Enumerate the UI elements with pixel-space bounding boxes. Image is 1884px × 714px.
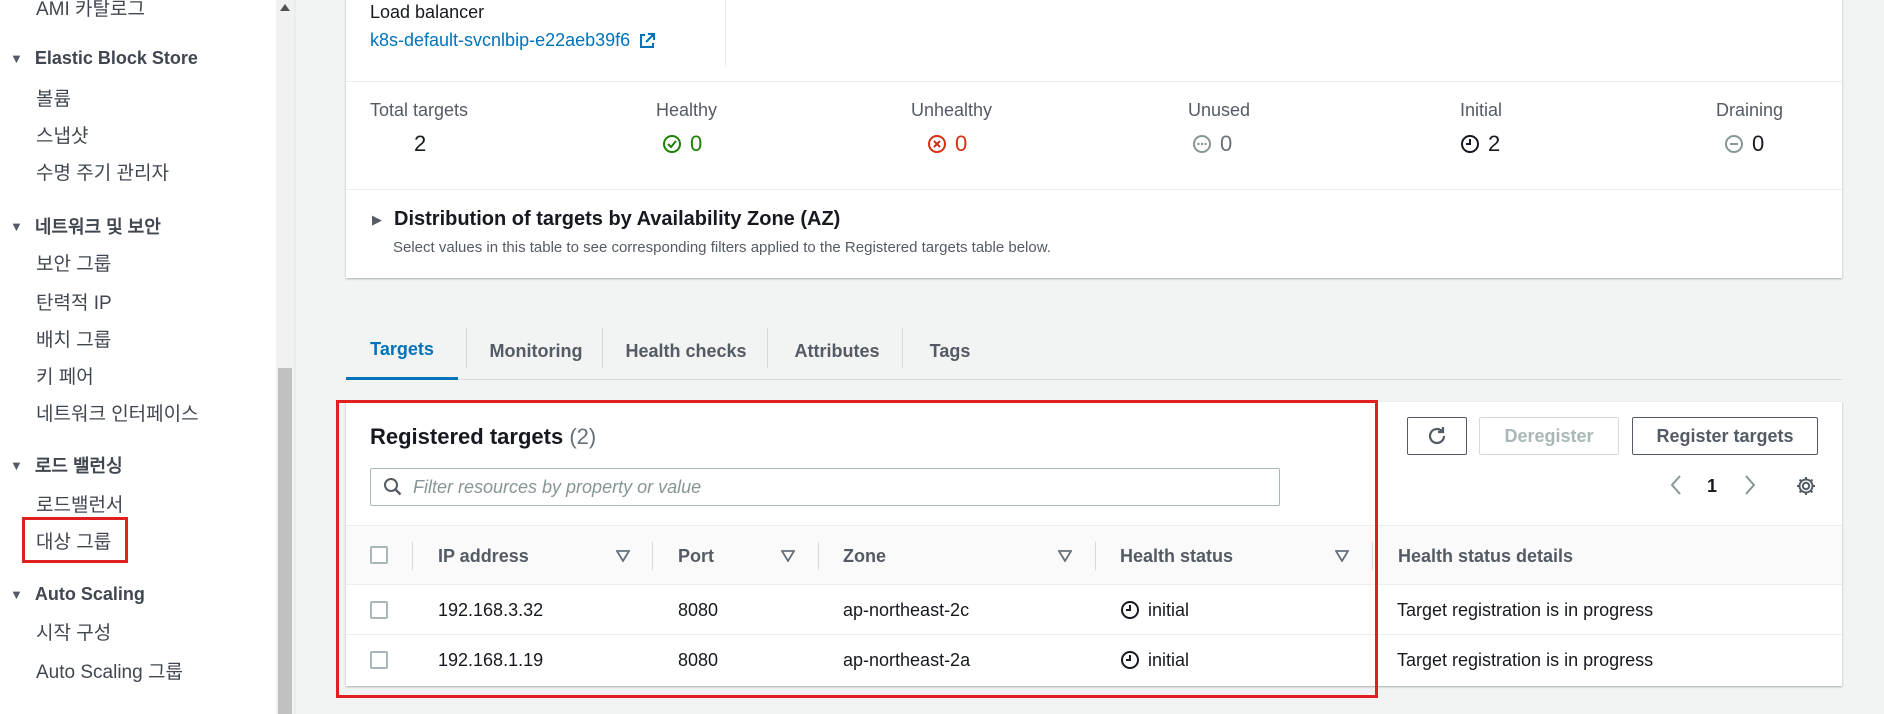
sidebar-section-title: 네트워크 및 보안 xyxy=(34,217,161,237)
sidebar-section-load-balancing[interactable]: ▼ 로드 밸런싱 xyxy=(10,452,123,478)
summary-divider-top xyxy=(346,81,1842,82)
stat-value[interactable]: 2 xyxy=(1460,131,1502,157)
chevron-left-icon xyxy=(1670,475,1681,495)
sidebar-item-network-interfaces[interactable]: 네트워크 인터페이스 xyxy=(36,399,199,426)
stat-value-text[interactable]: 0 xyxy=(1220,131,1232,157)
az-distribution-toggle[interactable]: ▶ Distribution of targets by Availabilit… xyxy=(372,208,840,231)
stat-healthy[interactable]: Healthy 0 xyxy=(656,100,717,157)
stat-draining[interactable]: Draining 0 xyxy=(1716,100,1783,157)
sidebar: AMI 카탈로그 ▼ Elastic Block Store 볼륨 스냅샷 수명… xyxy=(0,0,276,714)
sidebar-section-title: 로드 밸런싱 xyxy=(34,456,123,476)
stat-label: Total targets xyxy=(370,100,469,120)
caret-down-icon: ▼ xyxy=(10,587,23,602)
load-balancer-link[interactable]: k8s-default-svcnlbip-e22aeb39f6 xyxy=(370,30,656,51)
caret-down-icon: ▼ xyxy=(10,218,23,234)
sidebar-scrollbar-thumb[interactable] xyxy=(278,368,292,714)
stat-label: Initial xyxy=(1460,100,1503,120)
refresh-button[interactable] xyxy=(1407,417,1467,455)
cell-health-status-details: Target registration is in progress xyxy=(1397,599,1654,620)
tab-monitoring[interactable]: Monitoring xyxy=(468,322,604,380)
stat-value-text[interactable]: 0 xyxy=(955,131,967,157)
refresh-icon xyxy=(1428,427,1446,445)
sidebar-section-auto-scaling[interactable]: ▼ Auto Scaling xyxy=(10,584,145,605)
sidebar-item-lifecycle-manager[interactable]: 수명 주기 관리자 xyxy=(36,158,169,185)
table-preferences-button[interactable] xyxy=(1795,475,1817,502)
stat-value-text[interactable]: 2 xyxy=(1488,131,1500,157)
sidebar-section-network-security[interactable]: ▼ 네트워크 및 보안 xyxy=(10,213,161,239)
sidebar-item-load-balancers[interactable]: 로드밸런서 xyxy=(36,490,123,517)
az-distribution-title[interactable]: Distribution of targets by Availability … xyxy=(394,208,840,231)
pagination-page-number[interactable]: 1 xyxy=(1707,476,1717,497)
pagination-prev[interactable] xyxy=(1668,474,1684,501)
stat-value-text[interactable]: 0 xyxy=(1752,131,1764,157)
x-circle-icon xyxy=(928,135,946,153)
sidebar-item-security-groups[interactable]: 보안 그룹 xyxy=(36,249,111,276)
stat-label: Draining xyxy=(1716,100,1784,120)
chevron-right-icon xyxy=(1745,475,1756,495)
tab-separator xyxy=(466,328,467,368)
tab-attributes[interactable]: Attributes xyxy=(769,322,905,380)
stat-value[interactable]: 0 xyxy=(1188,131,1250,157)
stat-label: Healthy xyxy=(656,100,718,120)
stat-value[interactable]: 0 xyxy=(656,131,717,157)
minus-circle-icon xyxy=(1725,135,1743,153)
sidebar-section-ebs[interactable]: ▼ Elastic Block Store xyxy=(10,48,198,69)
external-link-icon xyxy=(640,32,656,48)
check-circle-icon xyxy=(663,135,681,153)
sidebar-item-placement-groups[interactable]: 배치 그룹 xyxy=(36,325,111,352)
sidebar-item-key-pairs[interactable]: 키 페어 xyxy=(36,362,94,389)
summary-vertical-divider xyxy=(725,0,726,66)
az-distribution-subtitle: Select values in this table to see corre… xyxy=(393,239,1051,256)
dots-circle-icon xyxy=(1193,135,1211,153)
highlight-box-sidebar xyxy=(22,517,128,563)
scroll-up-arrow-icon[interactable] xyxy=(280,4,290,11)
sidebar-item-snapshots[interactable]: 스냅샷 xyxy=(36,121,88,148)
sidebar-section-title: Auto Scaling xyxy=(34,584,145,604)
stat-value[interactable]: 0 xyxy=(1716,131,1783,157)
stat-label: Unused xyxy=(1188,100,1251,120)
caret-down-icon: ▼ xyxy=(10,457,23,473)
stat-initial[interactable]: Initial 2 xyxy=(1460,100,1502,157)
tab-targets[interactable]: Targets xyxy=(346,322,458,380)
tab-separator xyxy=(902,328,903,368)
clock-icon xyxy=(1461,135,1479,153)
sidebar-section-title: Elastic Block Store xyxy=(34,48,198,68)
tab-separator xyxy=(767,328,768,368)
summary-divider-bottom xyxy=(346,189,1842,190)
tab-health-checks[interactable]: Health checks xyxy=(604,322,768,380)
sidebar-item-launch-configurations[interactable]: 시작 구성 xyxy=(36,618,111,645)
stat-value[interactable]: 0 xyxy=(911,131,992,157)
gear-icon xyxy=(1797,477,1815,495)
register-targets-button[interactable]: Register targets xyxy=(1632,417,1818,455)
load-balancer-label: Load balancer xyxy=(370,2,485,22)
load-balancer-link-text[interactable]: k8s-default-svcnlbip-e22aeb39f6 xyxy=(370,30,630,51)
highlight-box-registered-targets xyxy=(336,400,1378,698)
stat-label: Unhealthy xyxy=(911,100,993,120)
sidebar-item-volumes[interactable]: 볼륨 xyxy=(36,84,71,111)
stat-value-text: 2 xyxy=(414,131,427,156)
caret-right-icon: ▶ xyxy=(372,211,382,227)
pagination-next[interactable] xyxy=(1742,474,1758,501)
stat-unhealthy[interactable]: Unhealthy 0 xyxy=(911,100,992,157)
stat-value: 2 xyxy=(370,131,468,157)
column-header-health-status-details[interactable]: Health status details xyxy=(1398,526,1573,586)
tab-tags[interactable]: Tags xyxy=(904,322,996,380)
tab-separator xyxy=(602,328,603,368)
tab-bar: Targets Monitoring Health checks Attribu… xyxy=(346,322,1842,380)
deregister-button[interactable]: Deregister xyxy=(1479,417,1619,455)
sidebar-item-auto-scaling-groups[interactable]: Auto Scaling 그룹 xyxy=(36,657,183,684)
caret-down-icon: ▼ xyxy=(10,51,23,66)
sidebar-item-ami-catalog[interactable]: AMI 카탈로그 xyxy=(36,0,145,21)
stat-total-targets: Total targets 2 xyxy=(370,100,468,157)
sidebar-item-elastic-ip[interactable]: 탄력적 IP xyxy=(36,288,112,315)
stat-value-text[interactable]: 0 xyxy=(690,131,702,157)
stat-unused[interactable]: Unused 0 xyxy=(1188,100,1250,157)
cell-health-status-details: Target registration is in progress xyxy=(1397,649,1654,670)
